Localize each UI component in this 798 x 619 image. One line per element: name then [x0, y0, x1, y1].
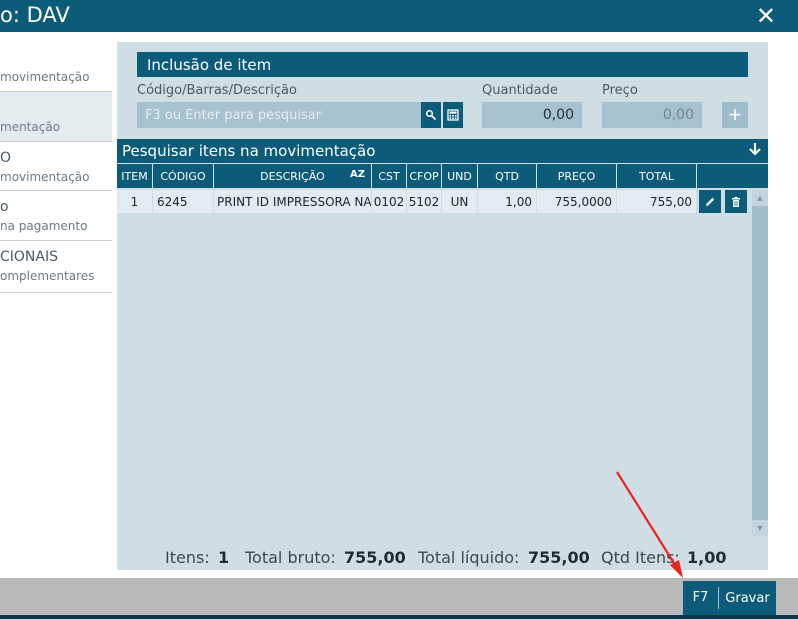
- total-bruto-label: Total bruto:: [245, 548, 336, 567]
- cell-descricao: PRINT ID IMPRESSORA NAO: [214, 190, 372, 213]
- cell-qtd: 1,00: [478, 190, 537, 213]
- cell-cst: 0102: [372, 190, 407, 213]
- title-bar: o: DAV ✕: [0, 0, 798, 32]
- search-input[interactable]: [137, 102, 421, 128]
- nav-item-subtitle: omplementares: [0, 269, 95, 283]
- save-label: Gravar: [725, 590, 770, 606]
- sort-az-icon[interactable]: AZ: [350, 169, 365, 180]
- pencil-icon[interactable]: [699, 190, 721, 213]
- grid-scrollbar[interactable]: [752, 190, 768, 536]
- cell-und: UN: [442, 190, 478, 213]
- col-header-cst[interactable]: CST: [372, 164, 407, 188]
- qtd-itens-label: Qtd Itens:: [601, 548, 680, 567]
- bottom-strip: [0, 615, 798, 619]
- window-title: o: DAV: [0, 3, 70, 27]
- scroll-up-icon[interactable]: ▲: [752, 190, 768, 206]
- itens-value: 1: [218, 548, 230, 567]
- nav-item-pagamento[interactable]: o na pagamento: [0, 191, 112, 241]
- trash-icon[interactable]: [725, 190, 747, 213]
- scroll-down-icon[interactable]: ▼: [752, 520, 768, 536]
- inclusao-header: Inclusão de item: [137, 52, 748, 77]
- left-nav: movimentação mentação O movimentação o n…: [0, 32, 112, 578]
- search-icon[interactable]: [421, 102, 441, 128]
- save-button[interactable]: F7 Gravar: [683, 581, 776, 615]
- nav-item-title: o: [0, 199, 9, 215]
- footer-bar: [0, 578, 798, 615]
- col-header-actions: [697, 164, 768, 188]
- preco-input[interactable]: [602, 102, 702, 128]
- nav-item-title: O: [0, 150, 12, 166]
- nav-item-subtitle: mentação: [0, 120, 61, 134]
- save-shortcut-key: F7: [683, 587, 719, 609]
- totals-bar: Itens: 1 Total bruto: 755,00 Total líqui…: [120, 540, 763, 570]
- quantidade-label: Quantidade: [482, 83, 558, 98]
- cell-item: 1: [117, 190, 153, 213]
- codigo-label: Código/Barras/Descrição: [137, 83, 297, 98]
- cell-total: 755,00: [617, 190, 697, 213]
- arrow-down-icon[interactable]: [748, 141, 762, 160]
- col-header-qtd[interactable]: QTD: [478, 164, 537, 188]
- total-liquido-value: 755,00: [528, 548, 590, 567]
- preco-label: Preço: [602, 83, 638, 98]
- cell-codigo: 6245: [153, 190, 214, 213]
- panel-scroll-track: [768, 42, 780, 570]
- nav-item-documentacao[interactable]: mentação: [0, 92, 112, 142]
- calculator-icon[interactable]: [443, 102, 463, 128]
- nav-item-movimentacao[interactable]: movimentação: [0, 32, 112, 92]
- close-icon[interactable]: ✕: [756, 2, 776, 30]
- itens-label: Itens:: [165, 548, 210, 567]
- nav-item-title: CIONAIS: [0, 249, 58, 265]
- quantidade-input[interactable]: [482, 102, 582, 128]
- cell-preco: 755,0000: [537, 190, 617, 213]
- nav-item-subtitle: movimentação: [0, 170, 90, 184]
- nav-item-subtitle: movimentação: [0, 70, 90, 84]
- plus-icon[interactable]: +: [722, 102, 748, 128]
- col-header-preco[interactable]: PREÇO: [537, 164, 617, 188]
- col-header-cfop[interactable]: CFOP: [407, 164, 442, 188]
- grid-title: Pesquisar itens na movimentação: [122, 142, 376, 160]
- cell-cfop: 5102: [407, 190, 442, 213]
- col-header-item[interactable]: ITEM: [117, 164, 153, 188]
- col-header-codigo[interactable]: CÓDIGO: [153, 164, 214, 188]
- nav-item-dados-movimentacao[interactable]: O movimentação: [0, 142, 112, 191]
- qtd-itens-value: 1,00: [687, 548, 727, 567]
- col-header-descricao[interactable]: DESCRIÇÃO AZ: [214, 164, 372, 188]
- nav-item-adicionais[interactable]: CIONAIS omplementares: [0, 241, 112, 293]
- col-header-und[interactable]: UND: [442, 164, 478, 188]
- col-header-descricao-label: DESCRIÇÃO: [260, 169, 325, 183]
- total-bruto-value: 755,00: [344, 548, 406, 567]
- grid-title-bar: Pesquisar itens na movimentação: [117, 139, 768, 163]
- col-header-total[interactable]: TOTAL: [617, 164, 697, 188]
- total-liquido-label: Total líquido:: [418, 548, 520, 567]
- nav-item-subtitle: na pagamento: [0, 219, 88, 233]
